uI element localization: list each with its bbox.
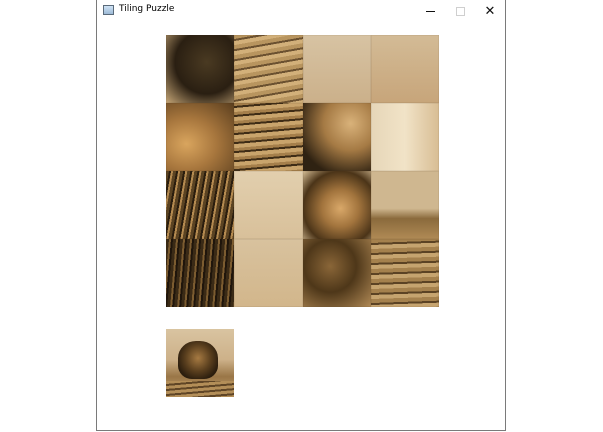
- puzzle-tile[interactable]: [370, 239, 439, 307]
- puzzle-tile[interactable]: [234, 239, 303, 307]
- close-icon: ✕: [484, 3, 496, 19]
- puzzle-tile[interactable]: [234, 35, 303, 103]
- preview-image: [166, 329, 234, 397]
- puzzle-tile[interactable]: [370, 171, 439, 239]
- maximize-button: [445, 0, 475, 22]
- puzzle-tile[interactable]: [166, 35, 235, 103]
- app-icon: [103, 5, 114, 15]
- puzzle-tile[interactable]: [302, 239, 371, 307]
- puzzle-board: [166, 35, 439, 307]
- puzzle-tile[interactable]: [302, 103, 371, 171]
- puzzle-tile[interactable]: [166, 171, 235, 239]
- puzzle-tile[interactable]: [302, 35, 371, 103]
- app-window: Tiling Puzzle ✕: [96, 0, 506, 431]
- puzzle-tile[interactable]: [370, 35, 439, 103]
- preview-lion: [178, 341, 218, 379]
- window-title: Tiling Puzzle: [119, 4, 175, 14]
- puzzle-tile[interactable]: [302, 171, 371, 239]
- puzzle-tile[interactable]: [234, 103, 303, 171]
- minimize-button[interactable]: [415, 0, 445, 22]
- maximize-icon: [455, 6, 465, 16]
- preview-rock: [166, 381, 234, 397]
- puzzle-tile[interactable]: [166, 239, 235, 307]
- close-button[interactable]: ✕: [475, 0, 505, 22]
- title-bar[interactable]: Tiling Puzzle ✕: [97, 0, 505, 22]
- puzzle-tile[interactable]: [166, 103, 235, 171]
- puzzle-tile[interactable]: [370, 103, 439, 171]
- minimize-icon: [425, 10, 435, 12]
- puzzle-tile[interactable]: [234, 171, 303, 239]
